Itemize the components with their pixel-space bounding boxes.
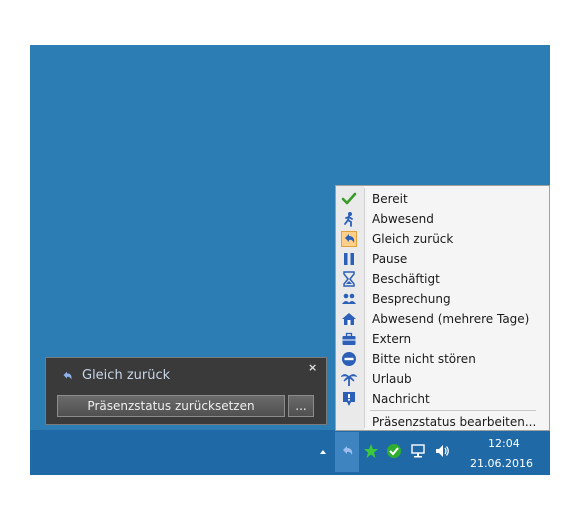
message-icon — [343, 392, 355, 406]
home-icon — [342, 313, 356, 325]
menu-item-abwesend[interactable]: Abwesend — [337, 209, 548, 229]
green-check-circle-icon[interactable] — [386, 443, 402, 459]
close-icon[interactable]: × — [308, 361, 317, 374]
volume-icon[interactable] — [434, 443, 450, 459]
menu-item-extern[interactable]: Extern — [337, 329, 548, 349]
reset-presence-button[interactable]: Präsenzstatus zurücksetzen — [57, 395, 285, 417]
menu-item-bereit[interactable]: Bereit — [337, 189, 548, 209]
menu-item-label: Bereit — [372, 192, 408, 206]
presence-notification: Gleich zurück × Präsenzstatus zurücksetz… — [45, 357, 327, 425]
do-not-disturb-icon — [342, 352, 356, 366]
briefcase-icon — [342, 332, 356, 345]
return-arrow-icon — [345, 234, 355, 243]
menu-item-label: Bitte nicht stören — [372, 352, 476, 366]
more-options-button[interactable]: ... — [288, 395, 314, 417]
clock-time[interactable]: 12:04 — [488, 437, 520, 450]
menu-item-bitte-nicht-stoeren[interactable]: Bitte nicht stören — [337, 349, 548, 369]
clock-date[interactable]: 21.06.2016 — [470, 457, 533, 470]
menu-item-abwesend-mehrere-tage[interactable]: Abwesend (mehrere Tage) — [337, 309, 548, 329]
menu-item-label: Extern — [372, 332, 412, 346]
menu-item-label: Präsenzstatus bearbeiten... — [372, 415, 537, 429]
menu-item-urlaub[interactable]: Urlaub — [337, 369, 548, 389]
menu-item-label: Pause — [372, 252, 408, 266]
presence-context-menu: Bereit Abwesend Gleich zurück Pause Besc… — [335, 185, 550, 431]
notification-title: Gleich zurück — [82, 368, 171, 383]
check-icon — [341, 192, 357, 205]
menu-item-label: Beschäftigt — [372, 272, 440, 286]
people-icon — [342, 293, 356, 304]
menu-item-besprechung[interactable]: Besprechung — [337, 289, 548, 309]
show-hidden-icons-button[interactable] — [320, 450, 326, 454]
network-icon[interactable] — [410, 443, 426, 459]
menu-item-label: Abwesend — [372, 212, 434, 226]
menu-item-beschaeftigt[interactable]: Beschäftigt — [337, 269, 548, 289]
menu-item-label: Besprechung — [372, 292, 451, 306]
menu-item-label: Abwesend (mehrere Tage) — [372, 312, 530, 326]
running-person-icon — [344, 212, 353, 227]
menu-item-nachricht[interactable]: Nachricht — [337, 389, 548, 409]
menu-item-pause[interactable]: Pause — [337, 249, 548, 269]
presence-tray-icon[interactable] — [339, 443, 355, 459]
pause-icon — [344, 253, 354, 265]
menu-item-gleich-zurueck[interactable]: Gleich zurück — [337, 229, 548, 249]
menu-item-label: Nachricht — [372, 392, 430, 406]
menu-item-label: Gleich zurück — [372, 232, 454, 246]
green-star-icon[interactable] — [363, 443, 379, 459]
palm-tree-icon — [341, 374, 357, 386]
menu-item-praesenzstatus-bearbeiten[interactable]: Präsenzstatus bearbeiten... — [337, 412, 548, 432]
return-arrow-icon — [63, 371, 72, 380]
menu-item-label: Urlaub — [372, 372, 412, 386]
hourglass-icon — [343, 271, 355, 287]
menu-separator — [370, 410, 536, 411]
